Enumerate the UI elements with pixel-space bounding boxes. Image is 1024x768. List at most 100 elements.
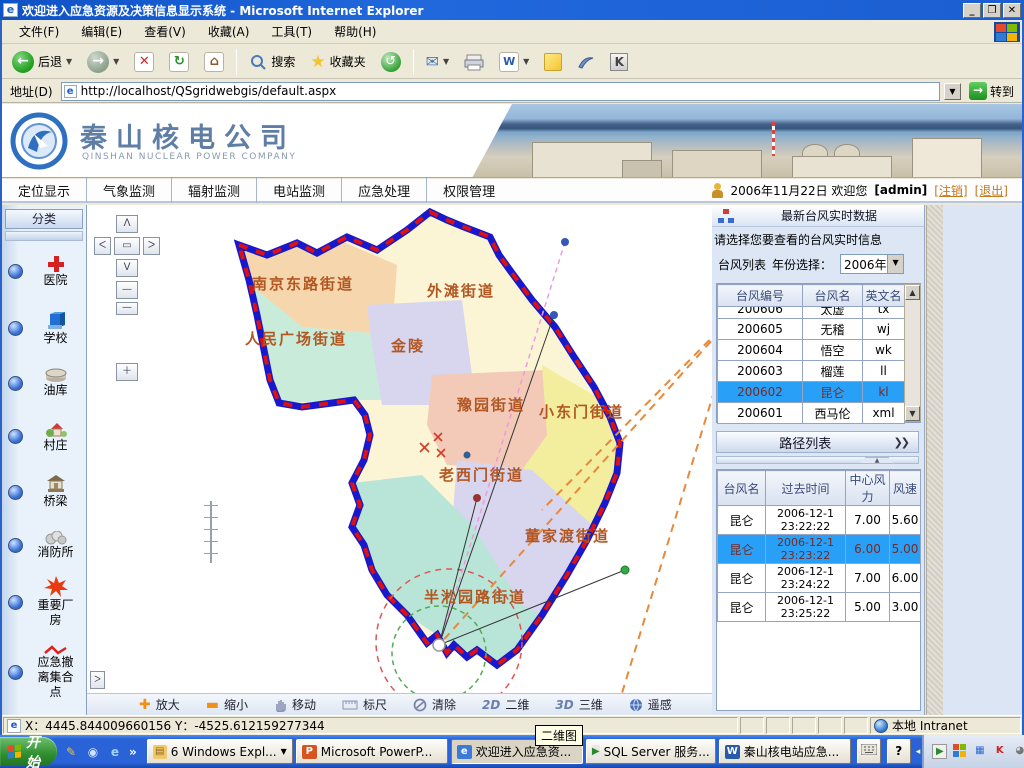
year-select[interactable]: 2006年 ▼ xyxy=(840,254,904,274)
refresh-button[interactable]: ↻ xyxy=(163,48,195,76)
path-list-header[interactable]: 路径列表 ❯❯ xyxy=(716,431,919,453)
map-zoom-out-button[interactable]: ▬缩小 xyxy=(206,696,248,713)
tab-weather[interactable]: 气象监测 xyxy=(87,178,172,203)
edit-word-button[interactable]: W ▼ xyxy=(493,48,535,76)
table-row[interactable]: 200605无稽wj xyxy=(718,319,905,340)
address-input[interactable]: e http://localhost/QSgridwebgis/default.… xyxy=(61,82,940,101)
stop-button[interactable]: ✕ xyxy=(128,48,160,76)
street-label: 人民广场街道 xyxy=(245,328,347,349)
tray-windows-icon[interactable] xyxy=(952,744,967,759)
go-button[interactable]: → 转到 xyxy=(965,82,1018,100)
sidebar-item-village[interactable]: 村庄 xyxy=(2,409,86,464)
pan-down-button[interactable]: ᐯ xyxy=(116,259,138,277)
task-powerpoint[interactable]: P Microsoft PowerP... xyxy=(296,739,448,764)
task-word-document[interactable]: W 秦山核电站应急... xyxy=(719,739,851,764)
menu-edit[interactable]: 编辑(E) xyxy=(70,20,133,43)
task-sql-server[interactable]: ▶ SQL Server 服务... xyxy=(586,739,716,764)
hidden-icons-chevron[interactable]: ◂ xyxy=(916,747,921,757)
menu-view[interactable]: 查看(V) xyxy=(133,20,197,43)
forward-button[interactable]: → ▼ xyxy=(81,48,125,76)
tab-plant[interactable]: 电站监测 xyxy=(257,178,342,203)
back-button[interactable]: ← 后退 ▼ xyxy=(6,48,78,76)
quick-launch-icon[interactable]: ✎ xyxy=(63,744,79,760)
tab-permissions[interactable]: 权限管理 xyxy=(427,178,511,203)
pan-right-button[interactable]: ᐳ xyxy=(143,237,160,255)
table-row[interactable]: 昆仑 2006-12-1 23:25:22 5.00 3.00 xyxy=(718,593,921,622)
help-button[interactable]: ? xyxy=(887,739,911,764)
table-row[interactable]: 昆仑 2006-12-1 23:24:22 7.00 6.00 xyxy=(718,564,921,593)
ie-quick-launch-icon[interactable]: e xyxy=(107,744,123,760)
table-row[interactable]: 200604悟空wk xyxy=(718,340,905,361)
pan-left-button[interactable]: ᐸ xyxy=(94,237,111,255)
minimize-button[interactable]: _ xyxy=(963,3,981,18)
research-button[interactable] xyxy=(571,48,601,76)
map-zoom-in-button[interactable]: ✚放大 xyxy=(139,696,180,713)
menu-favorites[interactable]: 收藏(A) xyxy=(197,20,261,43)
pan-up-button[interactable]: ᐱ xyxy=(116,215,138,233)
restore-button[interactable]: ❐ xyxy=(983,3,1001,18)
combo-dropdown-icon[interactable]: ▼ xyxy=(887,255,903,273)
table-row[interactable]: 200603榴莲ll xyxy=(718,361,905,382)
map-2d-button[interactable]: 2D二维 xyxy=(482,696,529,713)
table-row-selected[interactable]: 昆仑 2006-12-1 23:23:22 6.00 5.00 xyxy=(718,535,921,564)
menu-help[interactable]: 帮助(H) xyxy=(323,20,387,43)
zoom-slider-handle[interactable]: — xyxy=(116,302,138,315)
tab-emergency[interactable]: 应急处理 xyxy=(342,178,427,203)
table-row[interactable]: 昆仑 2006-12-1 23:22:22 7.00 5.60 xyxy=(718,506,921,535)
map-canvas[interactable]: 南京东路街道 外滩街道 人民广场街道 金陵 豫园街道 小东门街道 老西门街道 董… xyxy=(87,205,797,715)
task-windows-explorer-group[interactable]: ▤ 6 Windows Expl... ▼ xyxy=(147,739,293,764)
menu-tools[interactable]: 工具(T) xyxy=(260,20,323,43)
quick-launch-icon[interactable]: ◉ xyxy=(85,744,101,760)
map-3d-button[interactable]: 3D三维 xyxy=(555,696,602,713)
history-button[interactable]: ↺ xyxy=(375,48,407,76)
home-button[interactable]: ⌂ xyxy=(198,48,230,76)
sidebar-item-fire-station[interactable]: 消防所 xyxy=(2,520,86,570)
messenger-button[interactable] xyxy=(538,48,568,76)
tray-grid-icon[interactable]: ▦ xyxy=(972,744,987,759)
menu-file[interactable]: 文件(F) xyxy=(8,20,70,43)
page-scrollbar[interactable] xyxy=(926,205,943,715)
tab-radiation[interactable]: 辐射监测 xyxy=(172,178,257,203)
table-row[interactable]: 200601西马伦xml xyxy=(718,403,905,424)
zoom-in-button[interactable]: ＋ xyxy=(116,363,138,381)
start-button[interactable]: 开始 xyxy=(0,737,57,766)
search-button[interactable]: 搜索 xyxy=(243,48,301,76)
map-pan-button[interactable]: 移动 xyxy=(274,696,316,713)
close-button[interactable]: ✕ xyxy=(1003,3,1021,18)
map-clear-button[interactable]: 清除 xyxy=(413,696,456,713)
input-method-button[interactable] xyxy=(857,739,881,764)
map-ruler-button[interactable]: 标尺 xyxy=(342,696,387,713)
tray-sql-icon[interactable]: ▶ xyxy=(932,744,947,759)
collapse-chevron-icon[interactable]: ❯❯ xyxy=(894,436,908,449)
logout-link[interactable]: [注销] xyxy=(934,182,967,199)
mail-button[interactable]: ✉ ▼ xyxy=(420,48,456,76)
scroll-up-icon[interactable]: ▲ xyxy=(905,285,920,300)
print-button[interactable] xyxy=(458,48,490,76)
address-dropdown-button[interactable]: ▼ xyxy=(944,83,961,100)
go-arrow-icon: → xyxy=(969,82,987,100)
tray-kaspersky-icon[interactable]: K xyxy=(992,744,1007,759)
scroll-down-icon[interactable]: ▼ xyxy=(905,406,920,421)
table-row-selected[interactable]: 200602昆仑kl xyxy=(718,382,905,403)
map-remote-sensing-button[interactable]: 遥感 xyxy=(629,696,672,713)
favorites-button[interactable]: ★ 收藏夹 xyxy=(304,48,371,76)
exit-link[interactable]: [退出] xyxy=(975,182,1008,199)
quick-launch-overflow-icon[interactable]: » xyxy=(129,745,137,759)
expand-panel-button[interactable]: ᐳ xyxy=(90,671,105,689)
sidebar-item-oil-depot[interactable]: 油库 xyxy=(2,357,86,409)
sidebar-item-assembly-point[interactable]: 应急撤离集合点 xyxy=(2,634,86,710)
sidebar-item-important-plant[interactable]: 重要厂房 xyxy=(2,570,86,634)
pan-center-button[interactable]: ▭ xyxy=(114,237,140,255)
table-row[interactable]: 200606 太虚 tx xyxy=(718,307,905,319)
tab-positioning[interactable]: 定位显示 xyxy=(2,178,87,203)
sidebar-item-bridge[interactable]: 桥梁 xyxy=(2,464,86,520)
kaspersky-button[interactable]: K xyxy=(604,48,634,76)
sidebar-item-hospital[interactable]: 医院 xyxy=(2,243,86,299)
tray-sphere-icon[interactable]: ◕ xyxy=(1012,744,1024,759)
table-scrollbar[interactable]: ▲ ▼ xyxy=(904,284,921,422)
zoom-out-button[interactable]: — xyxy=(116,281,138,299)
bridge-pavilion-icon xyxy=(46,475,66,494)
splitter-grip[interactable]: ▲ xyxy=(716,456,919,464)
panel-subtitle: 请选择您要查看的台风实时信息 xyxy=(712,227,924,250)
sidebar-item-school[interactable]: 学校 xyxy=(2,299,86,357)
